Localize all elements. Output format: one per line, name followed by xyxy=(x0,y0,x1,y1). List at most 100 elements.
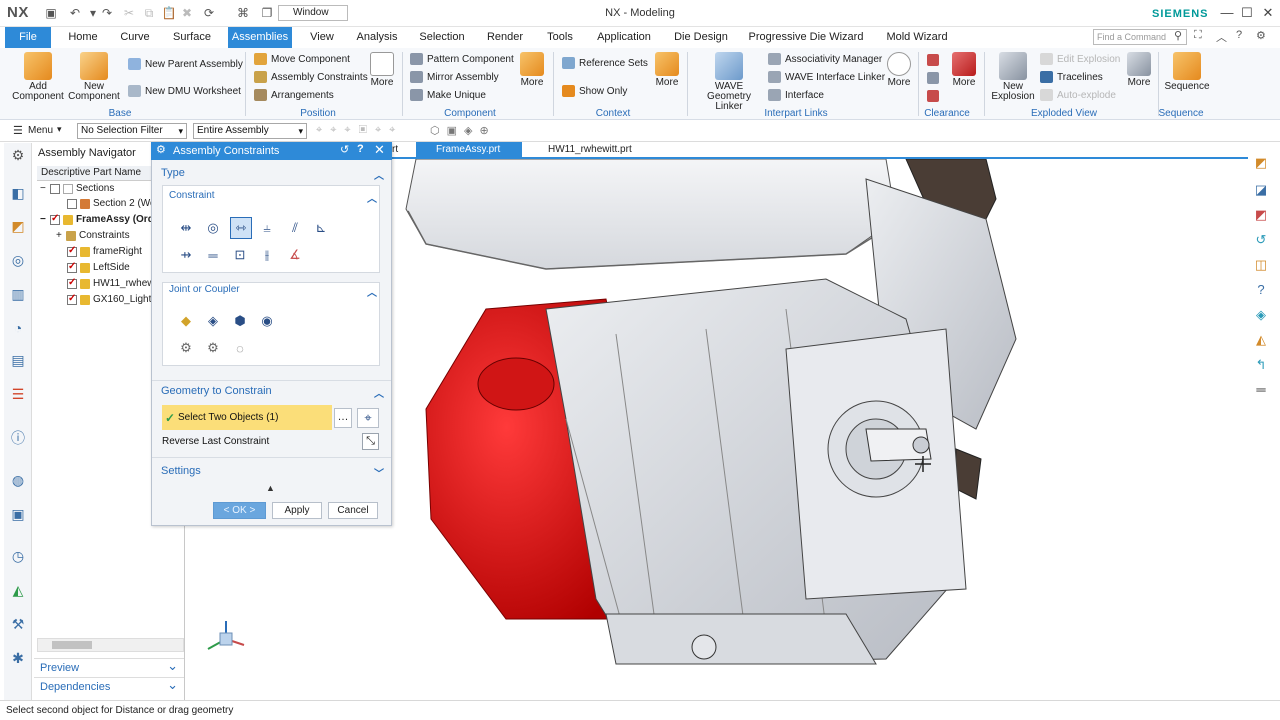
interpart-more-button[interactable]: More xyxy=(883,52,915,88)
visibility-checkbox[interactable] xyxy=(67,277,77,289)
sections-checkbox[interactable] xyxy=(63,183,73,194)
visibility-checkbox[interactable] xyxy=(67,198,77,209)
add-component-button[interactable]: Add Component xyxy=(12,52,64,102)
edit-explosion-button[interactable]: Edit Explosion xyxy=(1040,53,1120,65)
angle-icon[interactable]: ∡ xyxy=(286,246,304,264)
hd3d-tools-icon[interactable]: ▤ xyxy=(8,350,28,370)
sequence-button[interactable]: Sequence xyxy=(1164,52,1210,92)
hinge-joint-icon[interactable]: ◆ xyxy=(177,312,195,330)
new-dmu-worksheet-button[interactable]: New DMU Worksheet xyxy=(128,85,241,97)
section-joint-or-coupler[interactable]: Joint or Coupler xyxy=(169,284,240,295)
history-icon[interactable]: ⓘ xyxy=(8,428,28,448)
tree-item-constraints[interactable]: + Constraints xyxy=(56,230,130,241)
tab-frameassy[interactable]: FrameAssy.prt xyxy=(416,142,522,158)
tracelines-button[interactable]: Tracelines xyxy=(1040,71,1103,83)
tree-item-hw11[interactable]: HW11_rwhew xyxy=(67,277,155,289)
expand-settings-icon[interactable]: ﹀ xyxy=(374,465,384,480)
manufacturing-wizard-icon[interactable]: ⚒ xyxy=(8,614,28,634)
tree-item-sections[interactable]: − Sections xyxy=(40,183,114,194)
ball-joint-icon[interactable]: ◉ xyxy=(258,312,276,330)
fullscreen-icon[interactable]: ⛶ xyxy=(1194,29,1202,42)
associativity-manager-button[interactable]: Associativity Manager xyxy=(768,53,882,65)
system-scenes-icon[interactable]: ◭ xyxy=(8,580,28,600)
collapse-type-icon[interactable]: ︿ xyxy=(374,167,384,182)
fix-icon[interactable]: ⫨ xyxy=(258,219,276,237)
wave-geometry-linker-button[interactable]: WAVE Geometry Linker xyxy=(694,52,764,112)
cable-coupler-icon[interactable]: ◌ xyxy=(231,339,249,357)
dialog-settings-icon[interactable]: ⚙ xyxy=(156,143,166,156)
parallel-icon[interactable]: ⫽ xyxy=(286,219,304,237)
find-command-input[interactable]: Find a Command xyxy=(1093,29,1187,45)
constraint-navigator-icon[interactable]: ◎ xyxy=(8,250,28,270)
reuse-library-icon[interactable]: ▥ xyxy=(8,284,28,304)
tab-mold-wizard[interactable]: Mold Wizard xyxy=(876,27,958,48)
visibility-checkbox[interactable] xyxy=(67,261,77,273)
help-icon[interactable]: ? xyxy=(1236,29,1242,41)
filter-icons[interactable]: ⬡▣◈⊕ xyxy=(430,124,496,137)
reset-orientation-icon[interactable]: ↰ xyxy=(1251,355,1271,375)
part-navigator-icon[interactable]: ◧ xyxy=(8,183,28,203)
slider-joint-icon[interactable]: ◈ xyxy=(204,312,222,330)
section-geometry-to-constrain[interactable]: Geometry to Constrain xyxy=(161,385,272,397)
web-browser-icon[interactable]: ☰ xyxy=(8,384,28,404)
mirror-assembly-button[interactable]: Mirror Assembly xyxy=(410,71,499,83)
clearance-icon[interactable] xyxy=(927,54,939,66)
tab-hw11[interactable]: HW11_rwhewitt.prt xyxy=(528,142,648,158)
settings-icon[interactable]: ⚙ xyxy=(1256,29,1266,42)
selection-scope-select[interactable]: Entire Assembly xyxy=(193,123,307,139)
remove-component-icon[interactable]: ◩ xyxy=(1251,205,1271,225)
bond-icon[interactable]: ⊡ xyxy=(231,246,249,264)
expand-icon[interactable]: + xyxy=(56,230,66,241)
resource-settings-icon[interactable]: ⚙ xyxy=(8,145,28,165)
tab-render[interactable]: Render xyxy=(480,27,530,48)
tree-item-leftside[interactable]: LeftSide xyxy=(67,261,130,273)
collapse-geometry-icon[interactable]: ︿ xyxy=(374,385,384,400)
scrollbar-thumb[interactable] xyxy=(52,641,92,649)
info-icon[interactable]: ? xyxy=(1251,280,1271,300)
collapse-icon[interactable]: − xyxy=(40,214,50,225)
assembly-view-icon[interactable]: ◩ xyxy=(1251,153,1271,173)
position-more-button[interactable]: More xyxy=(366,52,398,88)
tab-die-design[interactable]: Die Design xyxy=(666,27,736,48)
pattern-component-button[interactable]: Pattern Component xyxy=(410,53,514,65)
make-unique-button[interactable]: Make Unique xyxy=(410,89,486,101)
refresh-view-icon[interactable]: ↺ xyxy=(1251,230,1271,250)
fit-icon[interactable]: ═ xyxy=(204,246,222,264)
preview-section[interactable]: Preview xyxy=(34,657,184,677)
new-explosion-button[interactable]: New Explosion xyxy=(990,52,1036,102)
analysis-icon[interactable] xyxy=(927,90,939,102)
section-settings[interactable]: Settings xyxy=(161,465,201,477)
apply-button[interactable]: Apply xyxy=(272,502,322,519)
cylindrical-joint-icon[interactable]: ⬢ xyxy=(231,312,249,330)
center-icon[interactable]: ⫲ xyxy=(258,246,276,264)
assembly-constraints-button[interactable]: Assembly Constraints xyxy=(254,71,368,83)
search-icon[interactable]: ⚲ xyxy=(1174,29,1182,42)
part-icon[interactable]: ◫ xyxy=(1251,255,1271,275)
gear-coupler-icon[interactable]: ⚙ xyxy=(177,339,195,357)
interface-button[interactable]: Interface xyxy=(768,89,824,101)
tree-item-section-2[interactable]: Section 2 (Wo xyxy=(67,198,156,209)
align-lock-icon[interactable]: ⇸ xyxy=(177,246,195,264)
dependencies-section[interactable]: Dependencies xyxy=(34,676,184,696)
dialog-close-button[interactable]: ✕ xyxy=(374,142,385,158)
concentric-icon[interactable]: ◎ xyxy=(204,219,222,237)
visibility-checkbox[interactable] xyxy=(67,293,77,305)
collapse-joint-icon[interactable]: ︿ xyxy=(367,284,377,299)
new-component-button[interactable]: New Component xyxy=(68,52,120,102)
perpendicular-icon[interactable]: ⊾ xyxy=(312,219,330,237)
system-materials-icon[interactable]: ◍ xyxy=(8,470,28,490)
tab-home[interactable]: Home xyxy=(58,27,108,48)
move-component-button[interactable]: Move Component xyxy=(254,53,350,65)
tree-item-frameright[interactable]: frameRight xyxy=(67,245,142,257)
visibility-checkbox[interactable] xyxy=(50,213,60,225)
tab-surface[interactable]: Surface xyxy=(164,27,220,48)
tab-progressive-die-wizard[interactable]: Progressive Die Wizard xyxy=(744,27,868,48)
tab-analysis[interactable]: Analysis xyxy=(350,27,404,48)
distance-icon[interactable]: ⇿ xyxy=(230,217,252,239)
tab-selection[interactable]: Selection xyxy=(412,27,472,48)
knowledge-fusion-icon[interactable]: ✱ xyxy=(8,648,28,668)
horizontal-scrollbar[interactable] xyxy=(37,638,184,652)
new-parent-assembly-button[interactable]: New Parent Assembly xyxy=(128,58,243,70)
tab-tools[interactable]: Tools xyxy=(538,27,582,48)
menu-icon[interactable]: ☰ xyxy=(13,124,23,137)
